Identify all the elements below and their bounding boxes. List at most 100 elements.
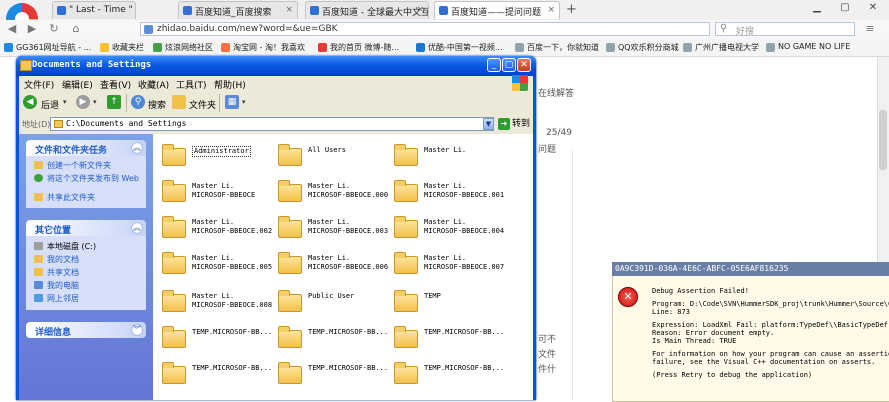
disk-icon bbox=[34, 242, 43, 250]
tab-close-icon[interactable]: × bbox=[285, 5, 293, 15]
dialog-line: Program: D:\Code\SVN\HummerSDK_proj\trun… bbox=[652, 300, 889, 308]
explorer-minimize-icon[interactable]: _ bbox=[487, 58, 501, 72]
bookmark-item[interactable]: 我的首页 微博-随... bbox=[318, 42, 399, 54]
windows-flag-icon bbox=[512, 75, 528, 91]
dialog-title[interactable]: 0A9C391D-036A-4E6C-ABFC-05E6AF816235 bbox=[612, 262, 889, 276]
new-tab-icon[interactable]: + bbox=[566, 2, 577, 17]
folder-label: Public User bbox=[308, 292, 355, 300]
page-scrollbar-thumb[interactable] bbox=[879, 110, 887, 170]
folder-item[interactable]: TEMP.MICROSOF-BB... bbox=[162, 361, 276, 391]
search-button-label[interactable]: 搜索 bbox=[148, 98, 166, 111]
folder-item[interactable]: Master Li. MICROSOF-BBEOCE.000 bbox=[278, 179, 392, 209]
folder-icon bbox=[162, 290, 186, 312]
details-panel-header[interactable]: 详细信息 bbox=[26, 322, 146, 338]
bookmark-item[interactable]: 收藏夹栏 bbox=[100, 42, 144, 54]
menu-help[interactable]: 帮助(H) bbox=[214, 78, 246, 91]
folders-icon[interactable] bbox=[172, 95, 186, 109]
back-arrow-icon[interactable]: ◀ bbox=[23, 95, 37, 109]
forward-arrow-icon[interactable]: ▶ bbox=[24, 22, 40, 36]
folder-item[interactable]: TEMP.MICROSOF-BB... bbox=[162, 325, 276, 355]
forward-dropdown-icon[interactable]: ▾ bbox=[93, 98, 97, 106]
go-button[interactable]: ➜ 转到 bbox=[498, 116, 530, 132]
folder-item[interactable]: Master Li. MICROSOF-BBEOCE.007 bbox=[394, 251, 508, 281]
place-network[interactable]: 网上邻居 bbox=[34, 294, 79, 303]
folders-button-label[interactable]: 文件夹 bbox=[189, 98, 216, 111]
menu-edit[interactable]: 编辑(E) bbox=[62, 78, 93, 91]
bookmark-item[interactable]: 淘宝网 - 淘！我喜欢 bbox=[221, 42, 305, 54]
explorer-menu-bar bbox=[19, 76, 533, 92]
folder-item[interactable]: TEMP bbox=[394, 289, 508, 319]
folder-item[interactable]: Master Li. MICROSOF-BBEOCE.004 bbox=[394, 215, 508, 245]
search-icon[interactable]: ⚲ bbox=[131, 95, 145, 109]
folder-item[interactable]: Master Li. MICROSOF-BBEOCE.008 bbox=[162, 289, 276, 319]
bookmark-item[interactable]: 炫浪网络社区 bbox=[153, 42, 213, 54]
up-folder-icon[interactable]: ↑ bbox=[107, 95, 121, 109]
place-shared-documents[interactable]: 共享文档 bbox=[34, 268, 79, 277]
folder-item[interactable]: Public User bbox=[278, 289, 392, 319]
menu-view[interactable]: 查看(V) bbox=[100, 78, 131, 91]
browser-tab-active[interactable]: 百度知道——提问问题 × bbox=[434, 1, 560, 19]
browser-tab[interactable]: " Last - Time " [http: bbox=[52, 1, 136, 19]
bookmark-item[interactable]: NO GAME NO LIFE bbox=[766, 42, 850, 54]
explorer-close-icon[interactable]: ✕ bbox=[517, 58, 531, 72]
place-my-computer[interactable]: 我的电脑 bbox=[34, 281, 79, 290]
back-dropdown-icon[interactable]: ▾ bbox=[63, 98, 67, 106]
forward-arrow-icon[interactable]: ▶ bbox=[76, 95, 90, 109]
browser-tab[interactable]: 百度知道_百度搜索 × bbox=[178, 1, 298, 19]
folder-item[interactable]: Master Li. MICROSOF-BBEOCE.001 bbox=[394, 179, 508, 209]
address-dropdown-icon[interactable]: ▼ bbox=[483, 118, 494, 130]
tasks-panel-header[interactable]: 文件和文件夹任务 bbox=[26, 140, 146, 156]
menu-favorites[interactable]: 收藏(A) bbox=[138, 78, 169, 91]
expand-chevron-icon[interactable]: ︾ bbox=[131, 324, 143, 336]
task-publish-web[interactable]: 将这个文件夹发布到 Web bbox=[34, 174, 143, 183]
folder-item[interactable]: Master Li. MICROSOF-BBEOCE.005 bbox=[162, 251, 276, 281]
explorer-address-input[interactable]: C:\Documents and Settings bbox=[50, 117, 494, 131]
browser-search-input[interactable]: ⚲ 好搜 bbox=[715, 22, 855, 37]
details-panel-title: 详细信息 bbox=[35, 328, 72, 338]
tab-close-icon[interactable]: × bbox=[547, 5, 555, 15]
place-local-disk[interactable]: 本地磁盘 (C:) bbox=[34, 242, 96, 251]
places-panel-header[interactable]: 其它位置 bbox=[26, 220, 146, 236]
dialog-line: Reason: Error document empty. bbox=[652, 329, 775, 337]
url-input[interactable]: zhidao.baidu.com/new?word=&ue=GBK bbox=[140, 22, 710, 36]
explorer-maximize-icon[interactable]: ▢ bbox=[502, 58, 516, 72]
tab-close-icon[interactable]: × bbox=[416, 5, 424, 15]
folder-item[interactable]: Master Li. MICROSOF-BBEOCE.002 bbox=[162, 215, 276, 245]
menu-icon[interactable]: ≡ bbox=[862, 22, 878, 36]
views-dropdown-icon[interactable]: ▾ bbox=[242, 98, 246, 106]
bookmark-item[interactable]: 优酷-中国第一视频... bbox=[416, 42, 503, 54]
folder-item[interactable]: TEMP.MICROSOF-BB... bbox=[278, 361, 392, 391]
bookmark-item[interactable]: QQ欢乐积分商城 bbox=[606, 42, 679, 54]
back-button-label[interactable]: 后退 bbox=[41, 98, 59, 111]
computer-icon bbox=[34, 281, 43, 289]
task-new-folder[interactable]: 创建一个新文件夹 bbox=[34, 161, 111, 170]
menu-tools[interactable]: 工具(T) bbox=[176, 78, 207, 91]
folder-item[interactable]: All Users bbox=[278, 143, 392, 173]
bookmark-item[interactable]: 广州广播电视大学 bbox=[683, 42, 759, 54]
menu-file[interactable]: 文件(F) bbox=[24, 78, 54, 91]
place-my-documents[interactable]: 我的文档 bbox=[34, 255, 79, 264]
views-icon[interactable]: ▦ bbox=[225, 95, 239, 109]
browser-tab[interactable]: 百度知道 - 全球最大中文互 × bbox=[305, 1, 429, 19]
folder-label: TEMP.MICROSOF-BB... bbox=[308, 364, 389, 372]
bookmark-item[interactable]: GG361网址导航 - ... bbox=[4, 42, 91, 54]
folder-item[interactable]: Administrator bbox=[162, 143, 276, 173]
folder-item[interactable]: TEMP.MICROSOF-BB... bbox=[278, 325, 392, 355]
folder-item[interactable]: TEMP.MICROSOF-BB... bbox=[394, 325, 508, 355]
home-icon[interactable]: ⌂ bbox=[68, 22, 84, 36]
task-share-folder[interactable]: 共享此文件夹 bbox=[34, 193, 95, 202]
folder-item[interactable]: Master Li. MICROSOF-BBEOCE bbox=[162, 179, 276, 209]
folder-item[interactable]: Master Li. MICROSOF-BBEOCE.006 bbox=[278, 251, 392, 281]
collapse-chevron-icon[interactable]: ︽ bbox=[131, 142, 143, 154]
window-maximize-icon[interactable]: ▢ bbox=[834, 1, 856, 15]
refresh-icon[interactable]: ↻ bbox=[46, 22, 62, 36]
folder-item[interactable]: Master Li. bbox=[394, 143, 508, 173]
window-close-icon[interactable]: ✕ bbox=[862, 1, 884, 15]
back-arrow-icon[interactable]: ◀ bbox=[4, 22, 20, 36]
folder-item[interactable]: Master Li. MICROSOF-BBEOCE.003 bbox=[278, 215, 392, 245]
window-minimize-icon[interactable]: ▁ bbox=[806, 1, 828, 15]
folder-item[interactable]: TEMP.MICROSOF-BB... bbox=[394, 361, 508, 391]
folder-label: TEMP.MICROSOF-BB... bbox=[308, 328, 389, 336]
bookmark-item[interactable]: 百度一下，你就知道 bbox=[515, 42, 599, 54]
collapse-chevron-icon[interactable]: ︽ bbox=[131, 222, 143, 234]
